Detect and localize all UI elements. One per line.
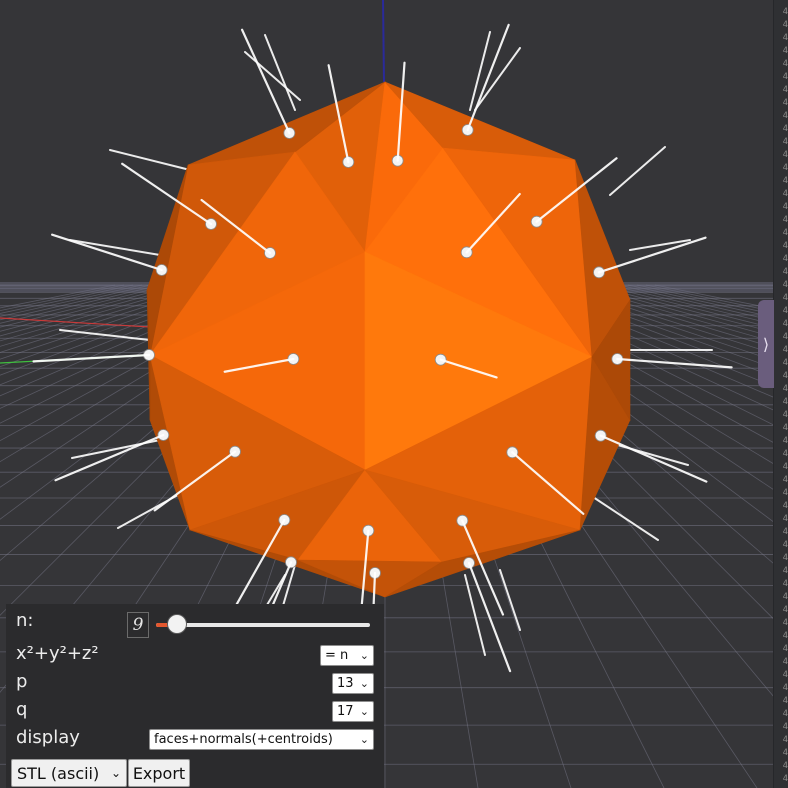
strip-glyph: 4 <box>782 566 788 576</box>
strip-glyph: 4 <box>782 137 788 147</box>
strip-glyph: 4 <box>782 761 788 771</box>
n-value: 9 <box>127 612 149 638</box>
strip-glyph: 4 <box>782 618 788 628</box>
strip-glyph: 4 <box>782 462 788 472</box>
q-select[interactable]: 17 ⌄ <box>332 701 374 722</box>
p-select[interactable]: 13 ⌄ <box>332 673 374 694</box>
strip-glyph: 4 <box>782 605 788 615</box>
strip-glyph: 4 <box>782 293 788 303</box>
chevron-down-icon: ⌄ <box>359 677 369 690</box>
scroll-strip: 4 4 4 4 4 4 4 4 4 4 4 4 4 4 4 4 4 4 4 4 4 4 4 4 4 4 4 4 4 4 4 4 4 4 4 4 4 4 4 4… <box>773 0 788 788</box>
strip-glyph: 4 <box>782 319 788 329</box>
side-panel-toggle[interactable]: ⟩ <box>758 300 774 388</box>
strip-glyph: 4 <box>782 722 788 732</box>
q-select-value: 17 <box>337 704 354 719</box>
strip-glyph: 4 <box>782 527 788 537</box>
strip-glyph: 4 <box>782 150 788 160</box>
strip-glyph: 4 <box>782 371 788 381</box>
strip-glyph: 4 <box>782 202 788 212</box>
q-label: q <box>16 699 28 720</box>
strip-glyph: 4 <box>782 98 788 108</box>
p-label: p <box>16 671 28 692</box>
strip-glyph: 4 <box>782 410 788 420</box>
export-button[interactable]: Export <box>128 759 190 787</box>
display-label: display <box>16 727 80 748</box>
strip-glyph: 4 <box>782 748 788 758</box>
strip-glyph: 4 <box>782 358 788 368</box>
strip-glyph: 4 <box>782 397 788 407</box>
format-select-value: STL (ascii) <box>17 763 100 783</box>
chevron-right-icon: ⟩ <box>762 334 770 354</box>
strip-glyph: 4 <box>782 111 788 121</box>
strip-glyph: 4 <box>782 163 788 173</box>
strip-glyph: 4 <box>782 644 788 654</box>
strip-glyph: 4 <box>782 436 788 446</box>
chevron-down-icon: ⌄ <box>110 766 121 780</box>
strip-glyph: 4 <box>782 267 788 277</box>
strip-glyph: 4 <box>782 696 788 706</box>
strip-glyph: 4 <box>782 657 788 667</box>
strip-glyph: 4 <box>782 670 788 680</box>
strip-glyph: 4 <box>782 124 788 134</box>
chevron-down-icon: ⌄ <box>359 649 369 662</box>
strip-glyph: 4 <box>782 20 788 30</box>
strip-glyph: 4 <box>782 683 788 693</box>
z-axis-line <box>382 0 385 83</box>
strip-glyph: 4 <box>782 59 788 69</box>
display-select[interactable]: faces+normals(+centroids) ⌄ <box>149 729 374 750</box>
strip-glyph: 4 <box>782 592 788 602</box>
chevron-down-icon: ⌄ <box>359 705 369 718</box>
strip-glyph: 4 <box>782 33 788 43</box>
sum-select-value: = n <box>325 648 349 663</box>
strip-glyph: 4 <box>782 72 788 82</box>
strip-glyph: 4 <box>782 488 788 498</box>
n-label: n: <box>16 610 34 631</box>
display-select-value: faces+normals(+centroids) <box>154 732 333 747</box>
polyhedron-mesh <box>146 81 631 598</box>
strip-glyph: 4 <box>782 280 788 290</box>
n-slider[interactable] <box>156 623 370 627</box>
strip-glyph: 4 <box>782 306 788 316</box>
strip-glyph: 4 <box>782 631 788 641</box>
p-select-value: 13 <box>337 676 354 691</box>
strip-glyph: 4 <box>782 553 788 563</box>
format-select[interactable]: STL (ascii) ⌄ <box>11 759 127 787</box>
strip-glyph: 4 <box>782 345 788 355</box>
strip-glyph: 4 <box>782 514 788 524</box>
strip-glyph: 4 <box>782 46 788 56</box>
strip-glyph: 4 <box>782 254 788 264</box>
strip-glyph: 4 <box>782 176 788 186</box>
strip-glyph: 4 <box>782 228 788 238</box>
strip-glyph: 4 <box>782 475 788 485</box>
strip-glyph: 4 <box>782 215 788 225</box>
strip-glyph: 4 <box>782 332 788 342</box>
strip-glyph: 4 <box>782 423 788 433</box>
strip-glyph: 4 <box>782 501 788 511</box>
controls-panel: n: 9 x²+y²+z² = n ⌄ p 13 ⌄ q 17 ⌄ displa… <box>6 604 384 788</box>
strip-glyph: 4 <box>782 540 788 550</box>
strip-glyph: 4 <box>782 7 788 17</box>
sum-label: x²+y²+z² <box>16 643 99 664</box>
sum-select[interactable]: = n ⌄ <box>320 645 374 666</box>
strip-glyph: 4 <box>782 85 788 95</box>
strip-glyph: 4 <box>782 241 788 251</box>
strip-glyph: 4 <box>782 189 788 199</box>
strip-glyph: 4 <box>782 774 788 784</box>
strip-glyph: 4 <box>782 384 788 394</box>
strip-glyph: 4 <box>782 709 788 719</box>
chevron-down-icon: ⌄ <box>359 733 369 746</box>
strip-glyph: 4 <box>782 735 788 745</box>
n-slider-thumb[interactable] <box>167 614 188 634</box>
strip-glyph: 4 <box>782 449 788 459</box>
strip-glyph: 4 <box>782 579 788 589</box>
